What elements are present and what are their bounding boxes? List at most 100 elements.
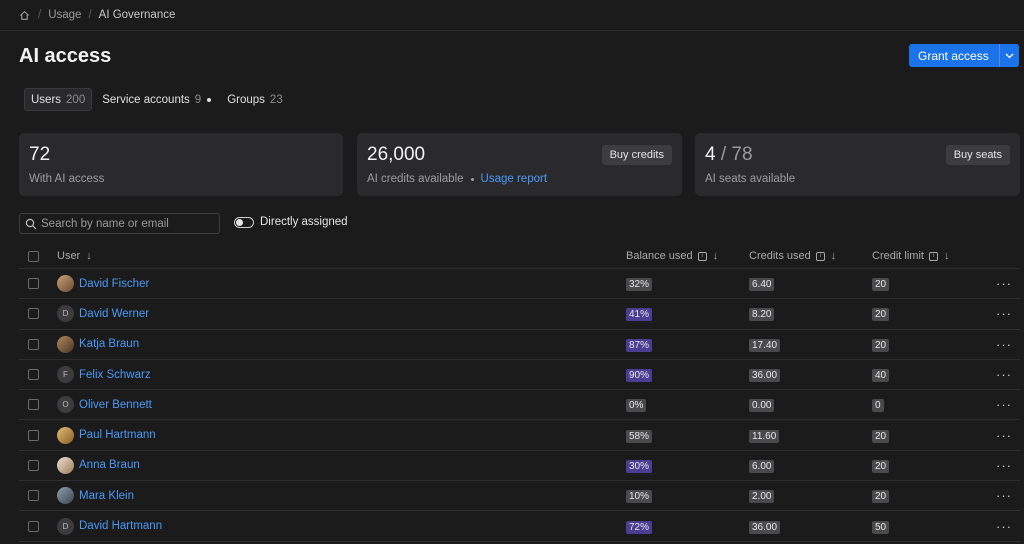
more-options-icon[interactable]: ··· [996, 397, 1012, 412]
buy-credits-button[interactable]: Buy credits [601, 145, 672, 165]
breadcrumb: / Usage / AI Governance [0, 0, 1024, 31]
info-icon[interactable]: i [815, 251, 825, 261]
user-name-link[interactable]: David Werner [79, 308, 149, 320]
separator-dot [470, 177, 474, 181]
tab-label: Service accounts [102, 93, 190, 106]
row-checkbox[interactable] [28, 278, 39, 290]
usage-report-link[interactable]: Usage report [481, 173, 547, 185]
limit-badge: 20 [872, 338, 890, 352]
breadcrumb-usage[interactable]: Usage [48, 9, 81, 21]
limit-cell: 0 [872, 397, 884, 413]
credits-cell: 0.00 [749, 397, 775, 413]
balance-cell: 87% [626, 337, 653, 352]
balance-badge: 10% [626, 490, 653, 504]
tab-users[interactable]: Users 200 [24, 88, 93, 111]
search-input[interactable]: Search by name or email [19, 213, 220, 234]
row-checkbox[interactable] [28, 369, 39, 381]
user-cell: O Oliver Bennett [57, 396, 152, 414]
card-label: AI seats available [705, 173, 796, 185]
credits-badge: 6.40 [749, 278, 775, 292]
header-label: Credit limit [872, 250, 924, 262]
credits-badge: 36.00 [749, 520, 781, 534]
user-name-link[interactable]: Felix Schwarz [79, 369, 151, 381]
tab-service-accounts[interactable]: Service accounts 9 [96, 88, 217, 111]
seats-separator: / [720, 144, 727, 165]
info-icon[interactable]: i [928, 251, 938, 261]
credits-cell: 11.60 [749, 428, 780, 443]
avatar: D [57, 305, 74, 323]
credits-badge: 11.60 [749, 429, 780, 443]
table-row[interactable]: F Felix Schwarz 90% 36.00 40 ··· [19, 360, 1020, 391]
header-balance-used[interactable]: Balance used i ↓ [626, 250, 718, 262]
user-name-link[interactable]: Katja Braun [79, 338, 139, 350]
avatar [57, 487, 74, 505]
info-icon[interactable]: i [697, 251, 707, 261]
tab-count: 9 [194, 93, 202, 106]
more-options-icon[interactable]: ··· [996, 458, 1012, 473]
table-row[interactable]: Anna Braun 30% 6.00 20 ··· [19, 451, 1020, 482]
user-name-link[interactable]: Paul Hartmann [79, 429, 156, 441]
limit-badge: 20 [872, 459, 890, 473]
buy-seats-button[interactable]: Buy seats [945, 145, 1010, 165]
limit-badge: 50 [872, 520, 890, 534]
credits-badge: 36.00 [749, 369, 781, 383]
header-credits-used[interactable]: Credits used i ↓ [749, 250, 836, 262]
user-name-link[interactable]: David Hartmann [79, 520, 162, 532]
row-checkbox[interactable] [28, 338, 39, 350]
table-row[interactable]: D David Hartmann 72% 36.00 50 ··· [19, 511, 1020, 542]
header-user[interactable]: User ↓ [57, 250, 92, 262]
breadcrumb-ai-governance[interactable]: AI Governance [99, 9, 176, 21]
home-icon[interactable] [19, 9, 31, 21]
row-checkbox[interactable] [28, 429, 39, 441]
more-options-icon[interactable]: ··· [996, 519, 1012, 534]
credits-cell: 17.40 [749, 337, 781, 352]
credits-cell: 8.20 [749, 306, 775, 322]
credits-cell: 6.40 [749, 276, 775, 292]
balance-cell: 41% [626, 306, 653, 322]
select-all-checkbox[interactable] [28, 250, 39, 262]
table-row[interactable]: D David Werner 41% 8.20 20 ··· [19, 299, 1020, 330]
limit-cell: 20 [872, 428, 890, 443]
table-row[interactable]: Paul Hartmann 58% 11.60 20 ··· [19, 420, 1020, 451]
limit-cell: 20 [872, 276, 890, 292]
header-label: User [57, 250, 81, 262]
user-name-link[interactable]: Mara Klein [79, 490, 134, 502]
more-options-icon[interactable]: ··· [996, 367, 1012, 382]
directly-assigned-filter[interactable]: Directly assigned [234, 216, 348, 228]
avatar [57, 275, 74, 293]
more-options-icon[interactable]: ··· [996, 276, 1012, 291]
breadcrumb-separator: / [88, 9, 92, 21]
more-options-icon[interactable]: ··· [996, 337, 1012, 352]
balance-badge: 30% [626, 459, 653, 473]
row-checkbox[interactable] [28, 520, 39, 532]
more-options-icon[interactable]: ··· [996, 488, 1012, 503]
user-name-link[interactable]: Oliver Bennett [79, 399, 152, 411]
table-row[interactable]: David Fischer 32% 6.40 20 ··· [19, 269, 1020, 300]
header-credit-limit[interactable]: Credit limit i ↓ [872, 250, 949, 262]
more-options-icon[interactable]: ··· [996, 428, 1012, 443]
table-row[interactable]: O Oliver Bennett 0% 0.00 0 ··· [19, 390, 1020, 421]
grant-access-label: Grant access [918, 48, 989, 63]
user-name-link[interactable]: David Fischer [79, 278, 149, 290]
toggle-knob [236, 218, 243, 226]
seats-used: 4 [705, 144, 716, 165]
more-options-icon[interactable]: ··· [996, 306, 1012, 321]
row-checkbox[interactable] [28, 399, 39, 411]
table-row[interactable]: Mara Klein 10% 2.00 20 ··· [19, 481, 1020, 512]
grant-access-button[interactable]: Grant access [909, 44, 1019, 67]
chevron-down-icon[interactable] [999, 44, 1019, 67]
breadcrumb-separator: / [38, 9, 42, 21]
balance-badge: 32% [626, 278, 653, 292]
row-checkbox[interactable] [28, 308, 39, 320]
table-row[interactable]: Katja Braun 87% 17.40 20 ··· [19, 330, 1020, 360]
sort-arrow-icon: ↓ [943, 250, 950, 262]
row-checkbox[interactable] [28, 490, 39, 502]
tab-groups[interactable]: Groups 23 [221, 88, 289, 111]
row-checkbox[interactable] [28, 459, 39, 471]
user-name-link[interactable]: Anna Braun [79, 459, 140, 471]
limit-badge: 0 [872, 399, 884, 413]
sort-arrow-icon: ↓ [86, 250, 92, 262]
user-cell: Mara Klein [57, 487, 134, 505]
balance-badge: 72% [626, 520, 653, 534]
directly-assigned-toggle[interactable] [234, 216, 254, 228]
